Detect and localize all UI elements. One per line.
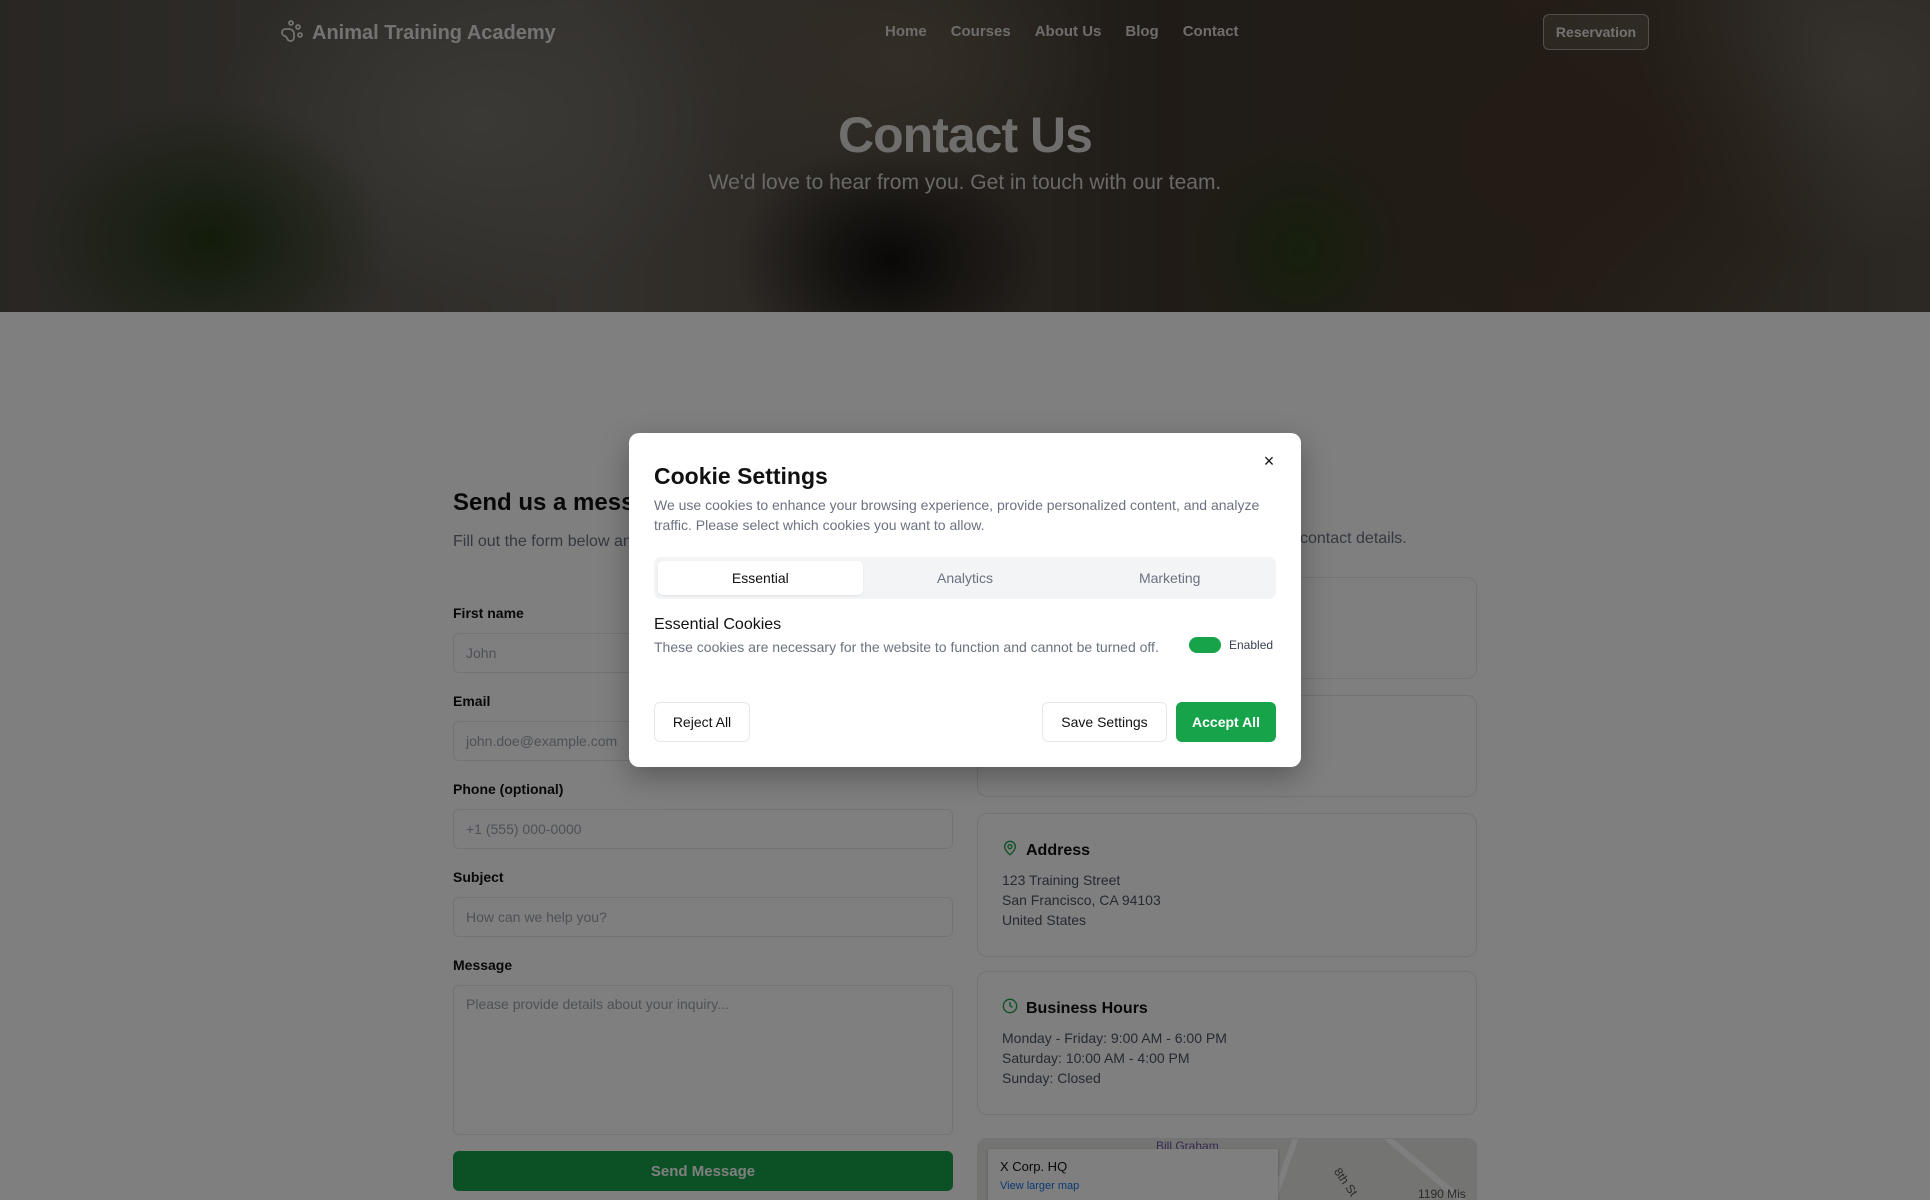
- essential-cookies-description: These cookies are necessary for the webs…: [654, 639, 1159, 655]
- accept-all-button[interactable]: Accept All: [1176, 702, 1276, 742]
- cookie-tabs: Essential Analytics Marketing: [654, 557, 1276, 599]
- essential-cookies-title: Essential Cookies: [654, 616, 782, 633]
- cookie-settings-modal: × Cookie Settings We use cookies to enha…: [629, 433, 1301, 767]
- tab-analytics[interactable]: Analytics: [863, 561, 1068, 595]
- toggle-knob: [1207, 639, 1219, 651]
- modal-description: We use cookies to enhance your browsing …: [654, 497, 1260, 533]
- close-icon[interactable]: ×: [1259, 451, 1279, 471]
- essential-cookies-toggle[interactable]: [1189, 637, 1221, 653]
- reject-all-button[interactable]: Reject All: [654, 702, 750, 742]
- tab-essential[interactable]: Essential: [658, 561, 863, 595]
- modal-title: Cookie Settings: [654, 463, 828, 489]
- toggle-status-label: Enabled: [1229, 638, 1274, 652]
- save-settings-button[interactable]: Save Settings: [1042, 702, 1167, 742]
- tab-marketing[interactable]: Marketing: [1067, 561, 1272, 595]
